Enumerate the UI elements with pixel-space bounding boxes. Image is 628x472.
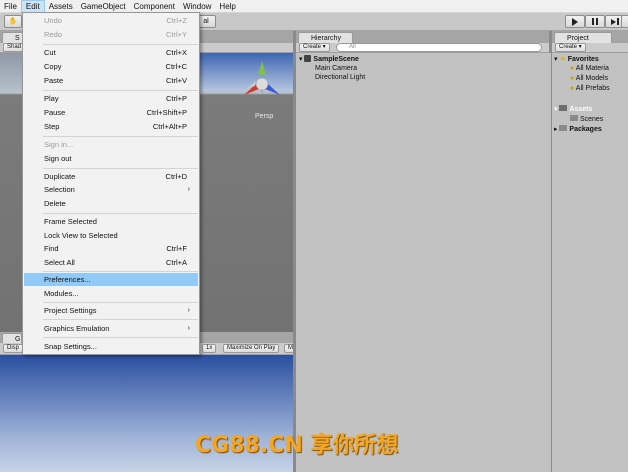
persp-label[interactable]: Persp	[255, 113, 273, 120]
menu-separator	[43, 337, 198, 338]
menu-gameobject[interactable]: GameObject	[77, 0, 130, 13]
step-icon	[611, 18, 619, 25]
menu-item-preferences[interactable]: Preferences...	[24, 273, 198, 286]
search-icon: ●	[570, 85, 575, 92]
edit-menu-dropdown: Undo Ctrl+Z Redo Ctrl+Y Cut Ctrl+X Copy Ctrl…	[22, 12, 200, 355]
chevron-right-icon: ›	[187, 325, 190, 332]
menu-assets[interactable]: Assets	[45, 0, 77, 13]
project-scenes-row[interactable]: Scenes	[570, 115, 603, 123]
menu-item-frame-selected[interactable]: Frame Selected	[24, 215, 198, 228]
hierarchy-search-input[interactable]: All	[336, 43, 542, 52]
menu-separator	[43, 44, 198, 45]
foldout-arrow-icon[interactable]: ▾	[554, 106, 558, 113]
menu-item-undo[interactable]: Undo Ctrl+Z	[24, 14, 198, 27]
menu-separator	[43, 319, 198, 320]
folder-icon	[559, 125, 568, 131]
folder-icon	[559, 105, 568, 111]
menu-item-project-settings[interactable]: Project Settings ›	[24, 304, 198, 317]
menu-separator	[43, 168, 198, 169]
foldout-arrow-icon[interactable]: ▾	[299, 56, 303, 63]
menu-item-play[interactable]: Play Ctrl+P	[24, 92, 198, 105]
menu-help[interactable]: Help	[215, 0, 239, 13]
menu-item-cut[interactable]: Cut Ctrl+X	[24, 46, 198, 59]
display-dropdown[interactable]: Disp	[3, 344, 24, 353]
menu-window[interactable]: Window	[179, 0, 215, 13]
project-assets-row[interactable]: ▾ Assets	[554, 105, 592, 113]
search-icon: ●	[570, 75, 575, 82]
project-favorites-row[interactable]: ▾ ★ Favorites	[554, 55, 599, 63]
pause-button[interactable]	[585, 15, 605, 28]
menu-item-redo[interactable]: Redo Ctrl+Y	[24, 28, 198, 41]
menu-item-copy[interactable]: Copy Ctrl+C	[24, 60, 198, 73]
menu-item-paste[interactable]: Paste Ctrl+V	[24, 74, 198, 87]
play-controls	[565, 15, 625, 28]
project-subbar: Create ▾	[552, 43, 628, 53]
chevron-right-icon: ›	[187, 186, 190, 193]
hierarchy-subbar: Create ▾ All	[296, 43, 549, 53]
hierarchy-create-button[interactable]: Create ▾	[299, 43, 330, 52]
scale-slider[interactable]: 1x	[202, 344, 217, 353]
menu-separator	[43, 213, 198, 214]
watermark-logo: CG88.CN 享你所想	[195, 433, 399, 458]
menu-edit[interactable]: Edit	[20, 0, 45, 13]
menu-item-find[interactable]: Find Ctrl+F	[24, 242, 198, 255]
tree-row-main-camera[interactable]: Main Camera	[315, 65, 357, 72]
play-icon	[572, 17, 578, 26]
menu-item-sign-out[interactable]: Sign out	[24, 152, 198, 165]
hand-tool-button[interactable]: ✋	[4, 15, 22, 28]
tree-row-directional-light[interactable]: Directional Light	[315, 74, 365, 81]
menu-separator	[43, 271, 198, 272]
hierarchy-panel: ▾ SampleScene Main Camera Directional Li…	[296, 53, 551, 472]
account-button[interactable]	[621, 15, 628, 28]
maximize-on-play-button[interactable]: Maximize On Play	[223, 344, 280, 353]
menu-item-pause[interactable]: Pause Ctrl+Shift+P	[24, 106, 198, 119]
search-icon: ●	[570, 65, 575, 72]
scene-orientation-gizmo[interactable]	[241, 59, 283, 103]
menu-item-snap-settings[interactable]: Snap Settings...	[24, 340, 198, 353]
star-icon: ★	[559, 56, 566, 63]
menu-item-lock-view[interactable]: Lock View to Selected	[24, 229, 198, 242]
menu-item-sign-in[interactable]: Sign in...	[24, 138, 198, 151]
menu-item-modules[interactable]: Modules...	[24, 287, 198, 300]
menu-item-duplicate[interactable]: Duplicate Ctrl+D	[24, 170, 198, 183]
menu-item-select-all[interactable]: Select All Ctrl+A	[24, 256, 198, 269]
project-favorite-materials[interactable]: ● All Materia	[570, 65, 609, 72]
menu-item-graphics-emulation[interactable]: Graphics Emulation ›	[24, 322, 198, 335]
foldout-arrow-icon[interactable]: ▸	[554, 126, 558, 133]
scene-name-label: SampleScene	[313, 56, 359, 63]
chevron-right-icon: ›	[187, 307, 190, 314]
project-packages-row[interactable]: ▸ Packages	[554, 125, 602, 133]
menu-file[interactable]: File	[0, 0, 21, 13]
tree-row-scene[interactable]: ▾ SampleScene	[299, 55, 359, 63]
menu-component[interactable]: Component	[130, 0, 179, 13]
unity-scene-icon	[304, 55, 312, 62]
project-favorite-models[interactable]: ● All Models	[570, 75, 608, 82]
menu-separator	[43, 302, 198, 303]
project-favorite-prefabs[interactable]: ● All Prefabs	[570, 85, 610, 92]
hand-icon: ✋	[8, 18, 18, 25]
folder-icon	[570, 115, 578, 121]
foldout-arrow-icon[interactable]: ▾	[554, 56, 558, 63]
project-panel: ▾ ★ Favorites ● All Materia ● All Models…	[552, 53, 628, 472]
play-button[interactable]	[565, 15, 585, 28]
menu-item-selection[interactable]: Selection ›	[24, 183, 198, 196]
menu-item-step[interactable]: Step Ctrl+Alt+P	[24, 120, 198, 133]
project-create-button[interactable]: Create ▾	[555, 43, 586, 52]
menu-item-delete[interactable]: Delete	[24, 197, 198, 210]
pause-icon	[592, 18, 598, 25]
menu-separator	[43, 90, 198, 91]
menu-separator	[43, 136, 198, 137]
